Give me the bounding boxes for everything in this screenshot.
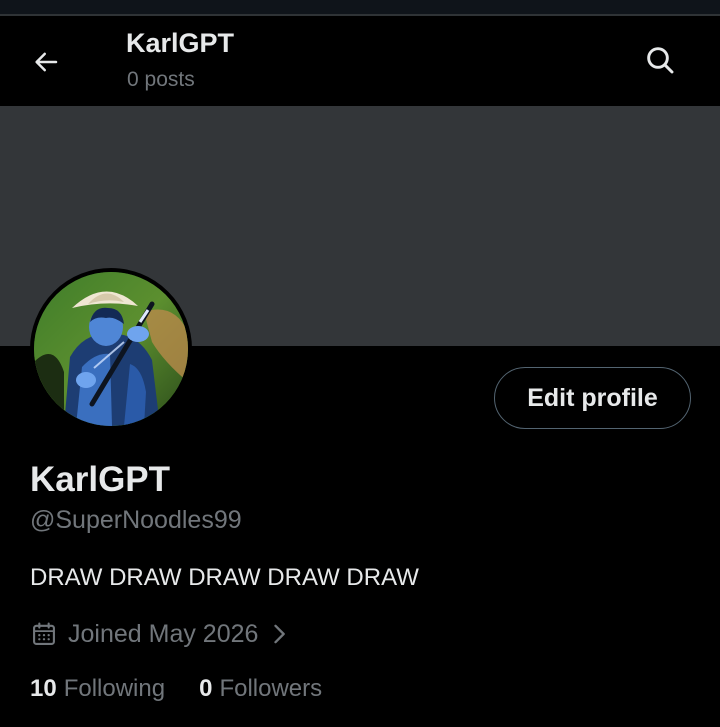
- edit-profile-button[interactable]: Edit profile: [494, 367, 691, 429]
- follow-stats: 10 Following 0 Followers: [30, 672, 322, 706]
- following-count: 10: [30, 675, 57, 702]
- status-strip: [0, 0, 720, 16]
- followers-label: Followers: [219, 675, 323, 702]
- joined-date[interactable]: Joined May 2026: [30, 616, 288, 652]
- search-icon: [647, 47, 674, 74]
- followers-link[interactable]: 0 Followers: [199, 675, 322, 703]
- profile-name: KarlGPT: [30, 460, 171, 499]
- arrow-left-icon: [35, 52, 58, 72]
- followers-count: 0: [199, 675, 213, 702]
- profile-handle: @SuperNoodles99: [30, 506, 242, 534]
- joined-label: Joined May 2026: [68, 619, 259, 648]
- profile-bio: DRAW DRAW DRAW DRAW DRAW: [30, 564, 419, 591]
- avatar-illustration: [34, 272, 188, 426]
- following-label: Following: [63, 675, 166, 702]
- post-count: 0 posts: [127, 68, 195, 91]
- header-title: KarlGPT: [126, 28, 235, 58]
- search-button[interactable]: [638, 38, 682, 82]
- profile-header: KarlGPT 0 posts: [0, 16, 720, 106]
- back-button[interactable]: [26, 42, 66, 82]
- calendar-icon: [30, 620, 58, 648]
- avatar[interactable]: [30, 268, 192, 430]
- following-link[interactable]: 10 Following: [30, 675, 165, 703]
- chevron-right-icon: [270, 620, 288, 648]
